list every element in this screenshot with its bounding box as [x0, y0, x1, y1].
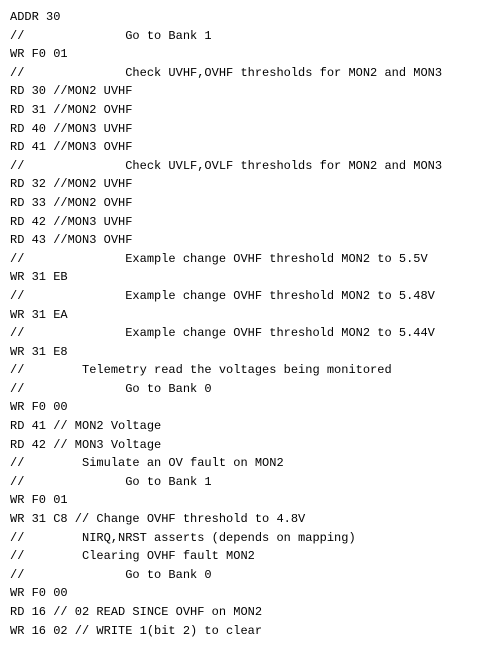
code-line: // Go to Bank 0	[10, 566, 491, 585]
code-line: // Example change OVHF threshold MON2 to…	[10, 324, 491, 343]
code-line: // Go to Bank 0	[10, 380, 491, 399]
code-line: RD 31 //MON2 OVHF	[10, 101, 491, 120]
code-display: ADDR 30// Go to Bank 1WR F0 01// Check U…	[10, 8, 491, 640]
code-line: // Simulate an OV fault on MON2	[10, 454, 491, 473]
code-line: WR 31 C8 // Change OVHF threshold to 4.8…	[10, 510, 491, 529]
code-line: RD 43 //MON3 OVHF	[10, 231, 491, 250]
code-line: WR F0 00	[10, 584, 491, 603]
code-line: WR 31 EB	[10, 268, 491, 287]
code-line: WR F0 01	[10, 491, 491, 510]
code-line: RD 16 // 02 READ SINCE OVHF on MON2	[10, 603, 491, 622]
code-line: RD 42 // MON3 Voltage	[10, 436, 491, 455]
code-line: WR 31 EA	[10, 306, 491, 325]
code-line: RD 41 //MON3 OVHF	[10, 138, 491, 157]
code-line: // Telemetry read the voltages being mon…	[10, 361, 491, 380]
code-line: // Go to Bank 1	[10, 27, 491, 46]
code-line: // Go to Bank 1	[10, 473, 491, 492]
code-line: RD 30 //MON2 UVHF	[10, 82, 491, 101]
code-line: WR F0 00	[10, 398, 491, 417]
code-line: // Clearing OVHF fault MON2	[10, 547, 491, 566]
code-line: WR 31 E8	[10, 343, 491, 362]
code-line: // Example change OVHF threshold MON2 to…	[10, 287, 491, 306]
code-line: // Example change OVHF threshold MON2 to…	[10, 250, 491, 269]
code-line: // Check UVLF,OVLF thresholds for MON2 a…	[10, 157, 491, 176]
code-line: RD 33 //MON2 OVHF	[10, 194, 491, 213]
code-line: RD 32 //MON2 UVHF	[10, 175, 491, 194]
code-line: // NIRQ,NRST asserts (depends on mapping…	[10, 529, 491, 548]
code-line: ADDR 30	[10, 8, 491, 27]
code-line: WR F0 01	[10, 45, 491, 64]
code-line: WR 16 02 // WRITE 1(bit 2) to clear	[10, 622, 491, 641]
code-line: // Check UVHF,OVHF thresholds for MON2 a…	[10, 64, 491, 83]
code-line: RD 40 //MON3 UVHF	[10, 120, 491, 139]
code-line: RD 42 //MON3 UVHF	[10, 213, 491, 232]
code-line: RD 41 // MON2 Voltage	[10, 417, 491, 436]
